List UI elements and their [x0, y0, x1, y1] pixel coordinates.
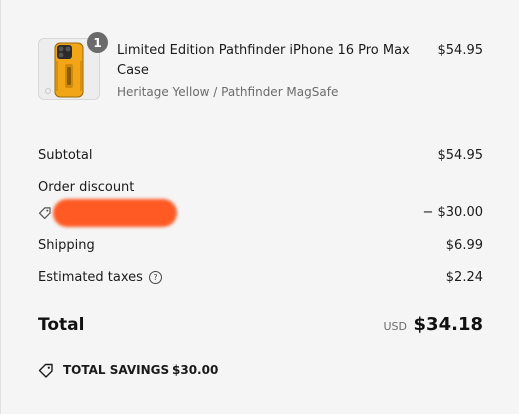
total-currency: USD — [383, 320, 407, 333]
total-label: Total — [38, 315, 85, 335]
subtotal-label: Subtotal — [38, 148, 93, 163]
quantity-badge: 1 — [87, 32, 108, 53]
line-item: 1 Limited Edition Pathfinder iPhone 16 P… — [38, 32, 484, 104]
taxes-label-wrap: Estimated taxes? — [38, 270, 162, 285]
total-savings-amount: $30.00 — [172, 363, 219, 377]
subtotal-value: $54.95 — [437, 148, 484, 163]
total-row: Total USD $34.18 — [38, 312, 483, 340]
redacted-discount-code — [53, 199, 177, 227]
total-amount: $34.18 — [413, 314, 483, 335]
order-discount-label: Order discount — [38, 180, 135, 195]
tag-icon — [38, 363, 53, 378]
product-title: Limited Edition Pathfinder iPhone 16 Pro… — [117, 43, 410, 78]
shipping-value: $6.99 — [445, 238, 483, 253]
taxes-value: $2.24 — [445, 270, 483, 285]
shipping-label: Shipping — [38, 238, 95, 253]
tag-icon — [38, 207, 51, 219]
product-price: $54.95 — [437, 43, 484, 58]
product-variant: Heritage Yellow / Pathfinder MagSafe — [117, 85, 339, 99]
taxes-label: Estimated taxes — [38, 270, 143, 285]
info-icon[interactable]: ? — [148, 271, 162, 284]
discount-value: − $30.00 — [422, 205, 483, 220]
total-savings-label: TOTAL SAVINGS — [63, 363, 170, 377]
